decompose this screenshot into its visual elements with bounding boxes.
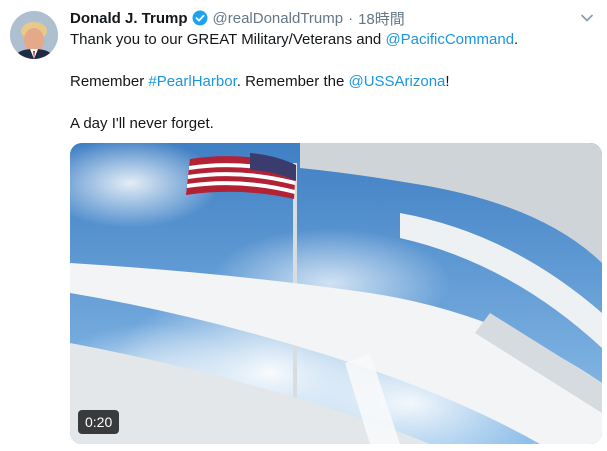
tweet-text-segment: Remember: [70, 73, 149, 90]
tweet-text: Thank you to our GREAT Military/Veterans…: [70, 29, 590, 134]
tweet-text-line-1: Thank you to our GREAT Military/Veterans…: [70, 29, 590, 50]
mention-pacificcommand-link[interactable]: @PacificCommand: [385, 31, 514, 48]
tweet-header: Donald J. Trump @realDonaldTrump · 18時間: [70, 7, 577, 29]
hashtag-pearlharbor-link[interactable]: #PearlHarbor: [148, 73, 236, 90]
video-thumbnail: [70, 143, 602, 444]
video-player[interactable]: 0:20: [70, 143, 602, 444]
mention-ussarizona-link[interactable]: @USSArizona: [348, 73, 445, 90]
tweet-text-line-3: A day I'll never forget.: [70, 115, 214, 132]
header-separator: ·: [348, 9, 354, 27]
avatar-image: [10, 11, 58, 59]
avatar[interactable]: [10, 11, 58, 59]
tweet-text-segment: .: [514, 31, 519, 48]
chevron-down-icon[interactable]: [579, 10, 595, 26]
tweet-text-segment: !: [445, 73, 450, 90]
author-handle[interactable]: @realDonaldTrump: [213, 10, 344, 27]
tweet-timestamp[interactable]: 18時間: [358, 8, 405, 29]
tweet-text-segment: Thank you to our GREAT Military/Veterans…: [70, 31, 386, 48]
tweet-text-segment: . Remember the: [236, 73, 349, 90]
tweet-text-line-2: Remember #PearlHarbor. Remember the @USS…: [70, 71, 590, 92]
video-duration-badge: 0:20: [78, 410, 120, 434]
verified-badge-icon: [192, 10, 208, 26]
author-display-name[interactable]: Donald J. Trump: [70, 10, 188, 27]
